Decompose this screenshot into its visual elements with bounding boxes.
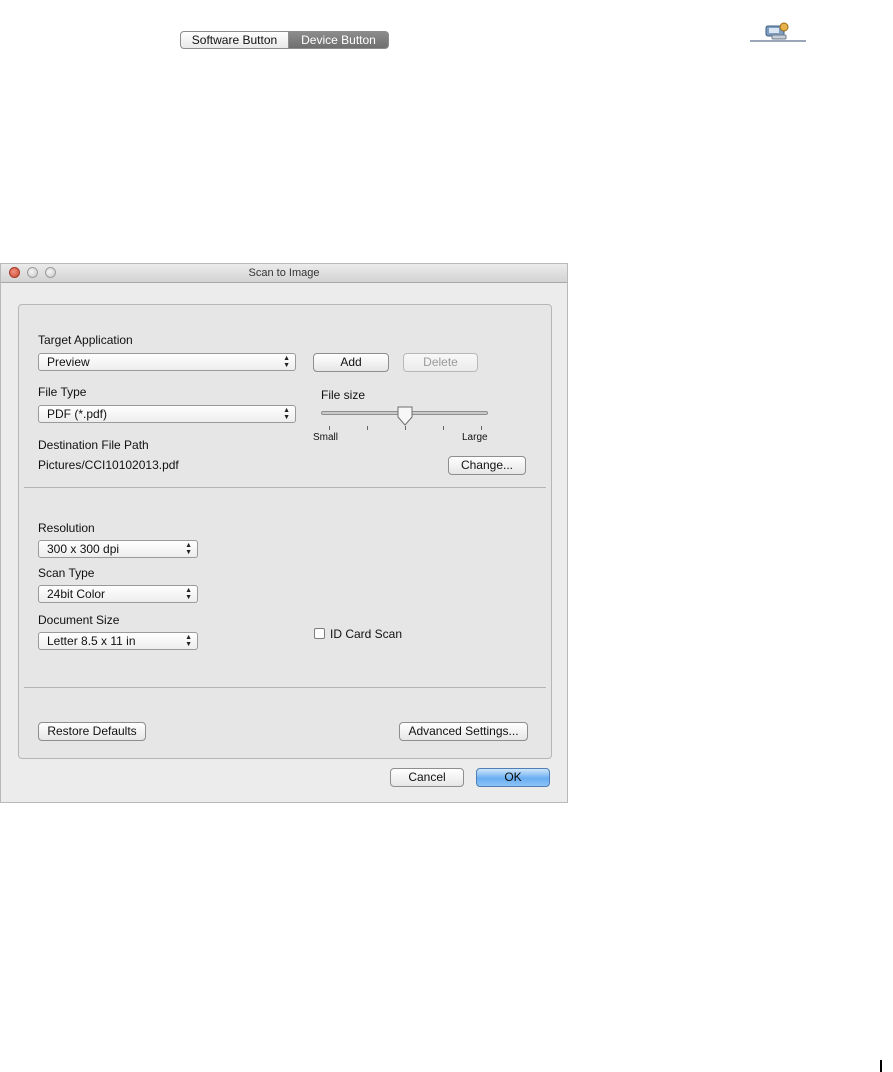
popup-arrows-icon: ▲ ▼ xyxy=(185,587,192,601)
popup-arrows-icon: ▲ ▼ xyxy=(283,407,290,421)
document-size-value: Letter 8.5 x 11 in xyxy=(47,634,136,648)
target-application-popup[interactable]: Preview ▲ ▼ xyxy=(38,353,296,371)
scanner-app-icon-container xyxy=(750,22,806,42)
scan-type-value: 24bit Color xyxy=(47,587,106,601)
tab-software-button[interactable]: Software Button xyxy=(180,31,289,49)
destination-path-label: Destination File Path xyxy=(38,438,149,452)
file-size-slider-knob[interactable] xyxy=(397,406,413,426)
file-size-max-label: Large xyxy=(462,432,488,443)
id-card-scan-checkbox[interactable] xyxy=(314,628,325,639)
id-card-scan-label[interactable]: ID Card Scan xyxy=(330,627,402,641)
document-size-label: Document Size xyxy=(38,613,120,627)
settings-panel xyxy=(18,304,552,759)
file-type-popup[interactable]: PDF (*.pdf) ▲ ▼ xyxy=(38,405,296,423)
minimize-window-button[interactable] xyxy=(27,267,38,278)
cancel-button[interactable]: Cancel xyxy=(390,768,464,787)
file-size-label: File size xyxy=(321,388,366,402)
destination-path-value: Pictures/CCI10102013.pdf xyxy=(38,458,179,472)
popup-arrows-icon: ▲ ▼ xyxy=(185,542,192,556)
close-window-button[interactable] xyxy=(9,267,20,278)
resolution-popup[interactable]: 300 x 300 dpi ▲ ▼ xyxy=(38,540,198,558)
icon-underline xyxy=(750,40,806,42)
slider-tick xyxy=(329,426,330,430)
zoom-window-button[interactable] xyxy=(45,267,56,278)
advanced-settings-button[interactable]: Advanced Settings... xyxy=(399,722,528,741)
slider-tick xyxy=(405,426,406,430)
scan-type-label: Scan Type xyxy=(38,566,95,580)
file-type-label: File Type xyxy=(38,385,87,399)
title-bar[interactable]: Scan to Image xyxy=(1,264,567,283)
target-application-label: Target Application xyxy=(38,333,133,347)
panel-divider-top xyxy=(24,487,546,488)
resolution-label: Resolution xyxy=(38,521,95,535)
target-application-value: Preview xyxy=(47,355,90,369)
panel-divider-bottom xyxy=(24,687,546,688)
resolution-value: 300 x 300 dpi xyxy=(47,542,120,556)
scanner-app-icon xyxy=(765,22,789,40)
scan-type-popup[interactable]: 24bit Color ▲ ▼ xyxy=(38,585,198,603)
add-button[interactable]: Add xyxy=(313,353,389,372)
delete-button[interactable]: Delete xyxy=(403,353,478,372)
change-path-button[interactable]: Change... xyxy=(448,456,526,475)
slider-tick xyxy=(443,426,444,430)
slider-tick xyxy=(367,426,368,430)
ok-button[interactable]: OK xyxy=(476,768,550,787)
window-title: Scan to Image xyxy=(248,267,320,279)
slider-tick xyxy=(481,426,482,430)
file-size-min-label: Small xyxy=(313,432,339,443)
restore-defaults-button[interactable]: Restore Defaults xyxy=(38,722,146,741)
popup-arrows-icon: ▲ ▼ xyxy=(283,355,290,369)
popup-arrows-icon: ▲ ▼ xyxy=(185,634,192,648)
document-size-popup[interactable]: Letter 8.5 x 11 in ▲ ▼ xyxy=(38,632,198,650)
mode-tabs: Software Button Device Button xyxy=(180,31,389,49)
page-edge-mark xyxy=(880,1060,882,1072)
tab-device-button[interactable]: Device Button xyxy=(289,31,389,49)
file-type-value: PDF (*.pdf) xyxy=(47,407,108,421)
